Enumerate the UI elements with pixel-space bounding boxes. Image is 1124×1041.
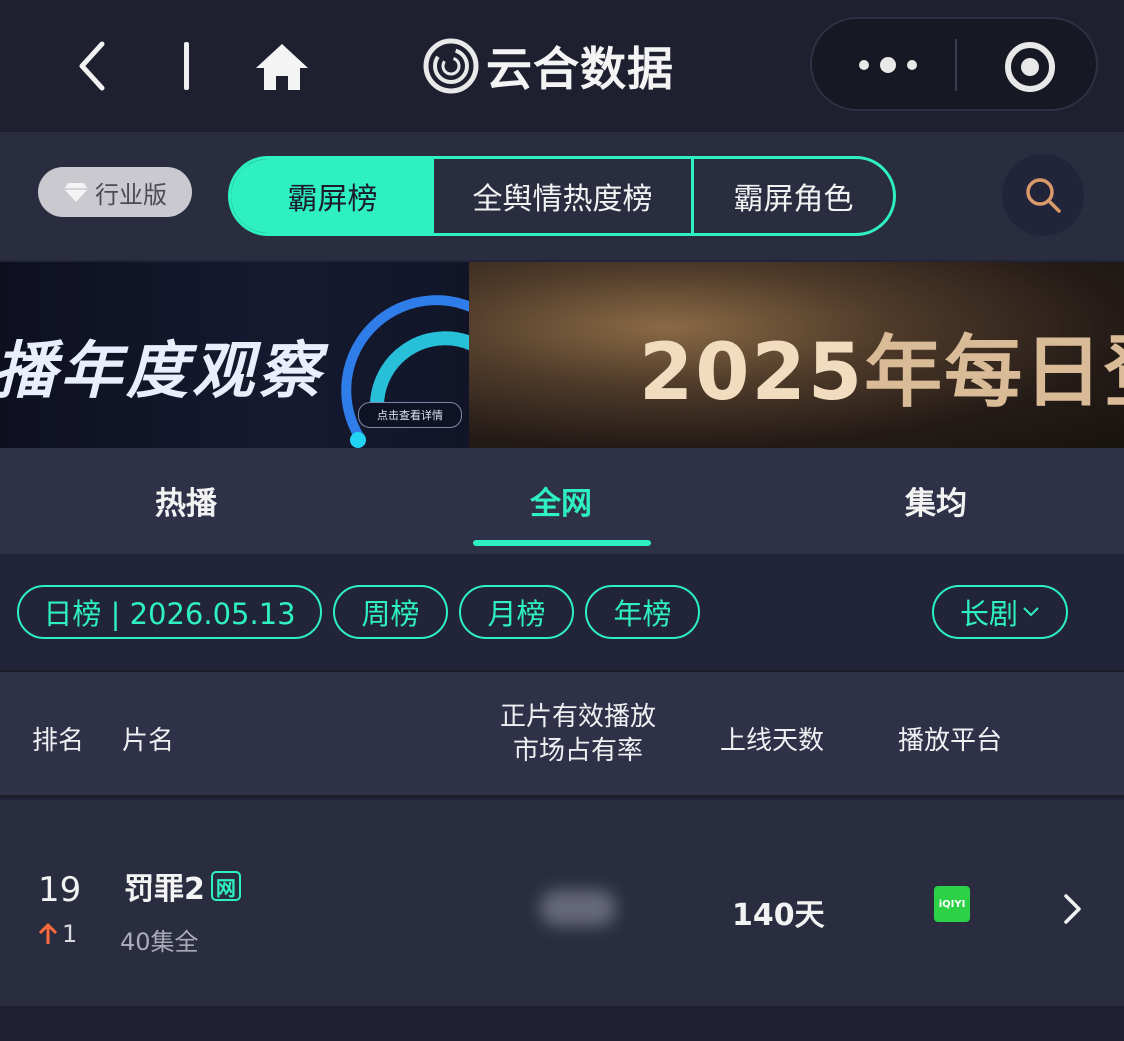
banner-right-text: 年每日登顶 — [864, 328, 1124, 418]
episode-count: 40集全 — [120, 928, 199, 956]
banner-detail-button[interactable]: 点击查看详情 — [358, 402, 462, 428]
up-arrow-icon — [38, 923, 58, 944]
app-title: 云合数据 — [486, 42, 674, 96]
nav-divider — [184, 42, 189, 90]
list-bottom-area — [0, 1006, 1124, 1041]
rank-change-value: 1 — [62, 920, 78, 948]
banner-2025-daily-top[interactable]: 2025年每日登顶 — [469, 262, 1124, 448]
chip-daily[interactable]: 日榜 | 2026.05.13 — [17, 585, 322, 639]
header-title: 片名 — [122, 726, 175, 756]
segment-ba-ping-jiao-se[interactable]: 霸屏角色 — [694, 159, 893, 233]
rank-change: 1 — [38, 920, 77, 948]
banner-annual-observation[interactable]: 播年度观察 点击查看详情 — [0, 262, 469, 448]
top-nav-bar: 云合数据 — [0, 0, 1124, 132]
chevron-down-icon — [1023, 607, 1039, 617]
search-button[interactable] — [1002, 154, 1084, 236]
header-market-share-line2: 市场占有率 — [512, 736, 643, 766]
header-platform: 播放平台 — [898, 726, 1003, 756]
back-arrow-icon[interactable] — [70, 38, 114, 94]
table-row[interactable]: 19 1 罚罪2 网 40集全 140天 iQIYI — [0, 800, 1124, 1006]
industry-edition-badge[interactable]: 行业版 — [38, 167, 192, 217]
category-dropdown[interactable]: 长剧 — [932, 585, 1068, 639]
industry-edition-label: 行业版 — [95, 180, 167, 209]
days-online: 140天 — [732, 898, 825, 933]
category-label: 长剧 — [959, 597, 1018, 631]
search-icon — [1026, 178, 1061, 213]
app-brand: 云合数据 — [422, 34, 674, 98]
chip-weekly[interactable]: 周榜 — [333, 585, 448, 639]
diamond-icon — [64, 183, 88, 202]
show-title[interactable]: 罚罪2 网 — [124, 864, 241, 908]
tab-hot[interactable]: 热播 — [155, 478, 217, 523]
header-market-share-line1: 正片有效播放 — [499, 702, 656, 732]
tab-per-episode[interactable]: 集均 — [905, 478, 967, 523]
filter-bar: 行业版 霸屏榜 全舆情热度榜 霸屏角色 — [0, 132, 1124, 260]
close-target-icon[interactable] — [1002, 39, 1058, 95]
segment-quan-yu-qing[interactable]: 全舆情热度榜 — [434, 159, 694, 233]
capsule-divider — [955, 39, 957, 91]
more-icon[interactable] — [848, 45, 928, 85]
mini-program-capsule — [810, 17, 1098, 111]
header-market-share: 正片有效播放 市场占有率 — [478, 700, 678, 768]
table-header: 排名 片名 正片有效播放 市场占有率 上线天数 播放平台 — [0, 670, 1124, 798]
home-icon[interactable] — [252, 40, 312, 94]
banner-left-text: 播年度观察 — [0, 334, 325, 407]
chevron-right-icon[interactable] — [1062, 892, 1084, 926]
yunhe-logo-icon — [423, 38, 479, 94]
tab-all-network[interactable]: 全网 — [530, 478, 592, 523]
scope-tabs: 热播 全网 集均 — [0, 448, 1124, 554]
row-rank: 19 — [38, 870, 82, 910]
show-title-text: 罚罪2 — [124, 872, 205, 907]
period-chips: 日榜 | 2026.05.13 周榜 月榜 年榜 长剧 — [0, 554, 1124, 670]
banner-right-headline: 2025年每日登顶 — [639, 310, 1124, 422]
header-days-online: 上线天数 — [720, 726, 825, 756]
network-badge: 网 — [210, 871, 241, 901]
chip-monthly[interactable]: 月榜 — [459, 585, 574, 639]
ranking-type-segmented-control: 霸屏榜 全舆情热度榜 霸屏角色 — [228, 156, 896, 236]
iqiyi-platform-icon: iQIYI — [934, 886, 970, 922]
chip-yearly[interactable]: 年榜 — [585, 585, 700, 639]
active-tab-indicator — [473, 540, 651, 546]
header-rank: 排名 — [32, 726, 85, 756]
banner-right-year: 2025 — [639, 328, 865, 418]
segment-ba-ping-bang[interactable]: 霸屏榜 — [231, 159, 434, 233]
market-share-blurred — [540, 890, 616, 926]
